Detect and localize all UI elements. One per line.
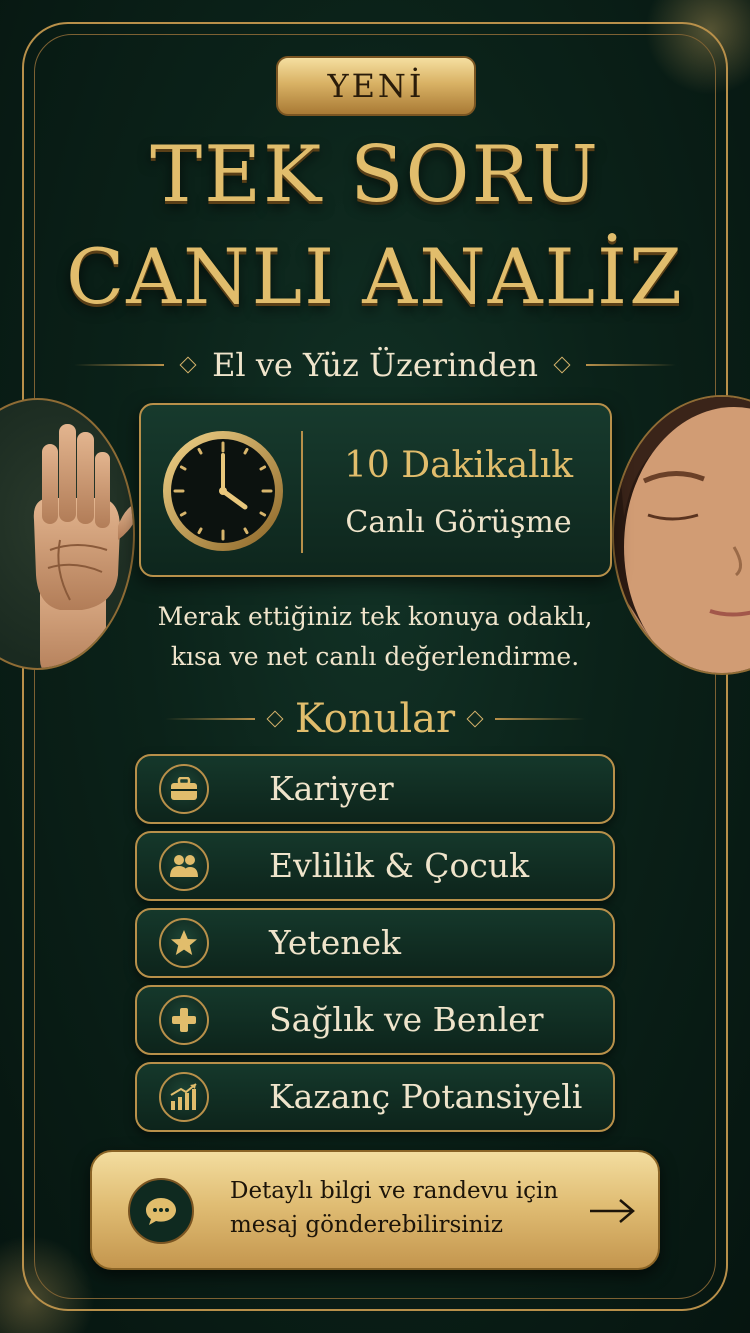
topic-label: Evlilik & Çocuk [269, 846, 530, 885]
subtitle: El ve Yüz Üzerinden [212, 346, 538, 384]
contact-cta-button[interactable]: Detaylı bilgi ve randevu için mesaj gönd… [90, 1150, 660, 1270]
star-icon [159, 918, 209, 968]
plus-icon [159, 995, 209, 1045]
meeting-type-text: Canlı Görüşme [345, 505, 572, 540]
title-line-1: TEK SORU [150, 130, 600, 220]
description-line-1: Merak ettiğiniz tek konuya odaklı, [157, 602, 593, 631]
chat-bubble-icon [128, 1178, 194, 1244]
diamond-ornament-icon [266, 710, 284, 728]
divider-line-left [74, 364, 165, 366]
diamond-ornament-icon [466, 710, 484, 728]
duration-text: 10 Dakikalık [343, 445, 574, 486]
topic-label: Sağlık ve Benler [269, 1000, 544, 1039]
briefcase-icon [159, 764, 209, 814]
topic-item-talent[interactable]: Yetenek [135, 908, 615, 978]
topic-item-health-moles[interactable]: Sağlık ve Benler [135, 985, 615, 1055]
subtitle-row: El ve Yüz Üzerinden [0, 340, 750, 390]
topics-heading-row: Konular [0, 692, 750, 746]
new-badge: YENİ [276, 56, 476, 116]
divider-line-left [164, 718, 255, 720]
divider-line-right [585, 364, 676, 366]
clock-icon [163, 431, 283, 551]
topic-item-marriage-children[interactable]: Evlilik & Çocuk [135, 831, 615, 901]
topic-item-earning-potential[interactable]: Kazanç Potansiyeli [135, 1062, 615, 1132]
description-line-2: kısa ve net canlı değerlendirme. [170, 642, 580, 671]
title-line-2: CANLI ANALİZ [66, 232, 684, 321]
cta-text-line-2: mesaj gönderebilirsiniz [230, 1212, 503, 1238]
diamond-ornament-icon [179, 356, 197, 374]
topics-heading: Konular [294, 696, 456, 742]
growth-chart-icon [159, 1072, 209, 1122]
topic-label: Yetenek [269, 923, 402, 962]
people-icon [159, 841, 209, 891]
topic-label: Kazanç Potansiyeli [269, 1077, 583, 1116]
divider-line-right [495, 718, 586, 720]
topic-label: Kariyer [269, 769, 394, 808]
diamond-ornament-icon [553, 356, 571, 374]
topic-item-career[interactable]: Kariyer [135, 754, 615, 824]
arrow-right-icon [590, 1199, 635, 1223]
session-info-box: 10 Dakikalık Canlı Görüşme [139, 403, 612, 577]
poster: YENİ TEK SORU CANLI ANALİZ El ve Yüz Üze… [0, 0, 750, 1333]
cta-text-line-1: Detaylı bilgi ve randevu için [230, 1178, 559, 1204]
